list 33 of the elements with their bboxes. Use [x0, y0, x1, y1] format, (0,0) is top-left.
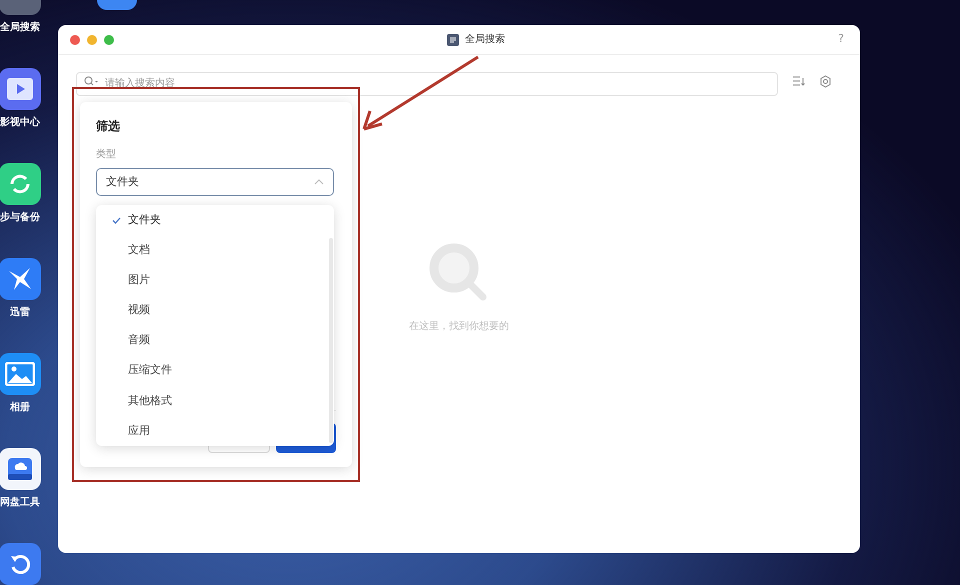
close-button[interactable] — [70, 34, 80, 44]
app-label: 网盘工具 — [0, 496, 40, 510]
dropdown-option[interactable]: 压缩文件 — [96, 356, 334, 386]
filter-title: 筛选 — [96, 118, 121, 135]
sort-icon[interactable] — [792, 75, 805, 87]
dropdown-option[interactable]: 其他格式 — [96, 386, 334, 416]
app-label: 影视中心 — [0, 115, 40, 130]
dropdown-option[interactable]: 应用 — [96, 416, 334, 446]
app-label: 迅雷 — [10, 306, 30, 320]
dropdown-option[interactable]: 图片 — [96, 265, 334, 296]
settings-icon[interactable] — [819, 74, 832, 88]
search-field[interactable]: 请输入搜索内容 — [76, 72, 778, 96]
window-title: 全局搜索 — [465, 32, 506, 47]
dropdown-option[interactable]: 文件夹 — [96, 205, 334, 236]
dropdown-option[interactable]: 音频 — [96, 326, 334, 356]
sync-app-icon[interactable] — [0, 163, 41, 205]
search-icon — [429, 243, 489, 303]
check-icon — [112, 216, 121, 224]
restore-app-icon[interactable] — [0, 543, 41, 585]
dropdown-option[interactable]: 文档 — [96, 235, 334, 266]
photo-app-icon[interactable] — [0, 353, 41, 395]
search-icon — [84, 76, 98, 86]
type-label: 类型 — [96, 148, 117, 162]
bird-app-icon[interactable] — [0, 258, 41, 300]
app-label: 步与备份 — [0, 210, 40, 225]
disk-app-icon[interactable] — [0, 448, 41, 490]
dropdown-option[interactable]: 视频 — [96, 295, 334, 326]
empty-state-text: 在这里，找到你想要的 — [409, 320, 509, 334]
type-select[interactable]: 文件夹 — [96, 168, 334, 196]
app-label: 相册 — [10, 400, 30, 415]
video-app-icon[interactable] — [0, 68, 41, 110]
chevron-icon — [314, 179, 324, 185]
app-label: 全局搜索 — [0, 20, 40, 35]
